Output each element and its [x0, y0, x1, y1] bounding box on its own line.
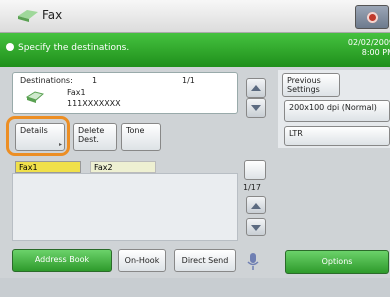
time-text: 8:00 PM	[361, 48, 390, 57]
tone-label: Tone	[126, 126, 145, 135]
address-book-button[interactable]: Address Book	[12, 249, 112, 272]
mic-icon[interactable]	[241, 250, 263, 272]
tab-fax1[interactable]: Fax1	[15, 161, 81, 173]
tab-fax2[interactable]: Fax2	[90, 161, 156, 173]
delete-dest-button[interactable]: Delete Dest.	[73, 123, 117, 151]
highlight-frame	[6, 116, 70, 156]
scroll-up-icon[interactable]	[246, 78, 266, 98]
destinations-count: 1	[92, 76, 98, 85]
list-scroll-down-button[interactable]	[246, 218, 266, 236]
list-scroll-up-button[interactable]	[246, 196, 266, 214]
paper-size-label: LTR	[289, 129, 303, 138]
previous-settings-button[interactable]: Previous Settings	[282, 73, 340, 97]
fax-icon	[18, 10, 38, 22]
options-button[interactable]: Options	[285, 250, 389, 274]
destination-number: 111XXXXXXX	[67, 99, 121, 108]
list-view-button[interactable]	[244, 160, 266, 180]
tab-fax2-label: Fax2	[94, 163, 113, 172]
resolution-button[interactable]: 200x100 dpi (Normal)	[284, 100, 390, 122]
direct-send-button[interactable]: Direct Send	[174, 249, 236, 272]
destinations-page: 1/1	[182, 76, 195, 85]
on-hook-button[interactable]: On-Hook	[118, 249, 166, 272]
on-hook-label: On-Hook	[124, 256, 160, 265]
direct-send-label: Direct Send	[181, 256, 229, 265]
datetime: 02/02/2009 8:00 PM	[334, 38, 390, 58]
paper-size-button[interactable]: LTR	[284, 126, 390, 146]
previous-settings-label: Previous Settings	[287, 76, 321, 94]
options-label: Options	[321, 257, 353, 266]
scroll-down-icon[interactable]	[246, 98, 266, 118]
destinations-label: Destinations:	[20, 76, 73, 85]
tab-fax1-label: Fax1	[19, 163, 38, 172]
address-book-label: Address Book	[34, 255, 90, 264]
delete-dest-label: Delete Dest.	[78, 126, 105, 144]
page-indicator: 1/17	[243, 183, 261, 192]
info-icon	[6, 43, 14, 51]
date-text: 02/02/2009	[347, 38, 390, 47]
stop-icon[interactable]	[355, 5, 389, 29]
resolution-label: 200x100 dpi (Normal)	[289, 103, 377, 112]
status-message: Specify the destinations.	[18, 43, 130, 53]
destination-name: Fax1	[67, 88, 86, 97]
destination-list[interactable]	[12, 173, 238, 241]
fax-machine-icon	[26, 91, 44, 103]
tone-button[interactable]: Tone	[121, 123, 161, 151]
bottom-band	[0, 278, 390, 297]
page-title: Fax	[42, 8, 63, 22]
